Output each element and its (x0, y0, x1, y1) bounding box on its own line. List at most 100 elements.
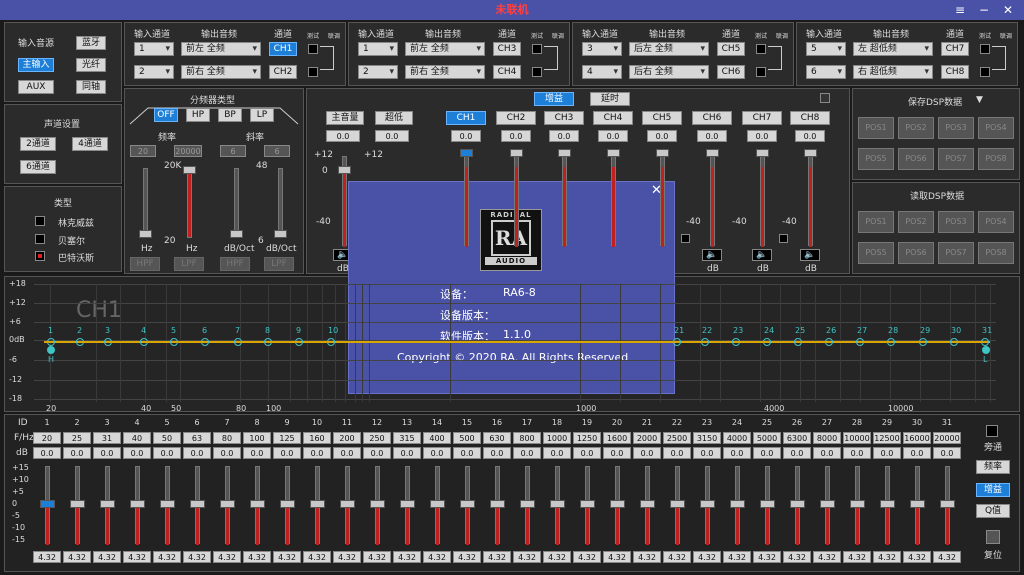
gain-channel-slider[interactable] (514, 156, 519, 247)
channel-button[interactable]: CH2 (269, 65, 297, 79)
band-q[interactable]: 4.32 (723, 551, 751, 563)
band-q[interactable]: 4.32 (33, 551, 61, 563)
crossover-control-button[interactable]: HPF (130, 257, 160, 271)
band-gain[interactable]: 0.0 (123, 447, 151, 459)
test-checkbox[interactable] (980, 44, 990, 54)
band-frequency[interactable]: 50 (153, 432, 181, 444)
input-channel-select[interactable]: 6 (806, 65, 846, 79)
band-q[interactable]: 4.32 (63, 551, 91, 563)
gain-channel-tab-4[interactable]: CH4 (593, 111, 633, 125)
band-q[interactable]: 4.32 (813, 551, 841, 563)
band-frequency[interactable]: 200 (333, 432, 361, 444)
gain-channel-knob[interactable] (607, 149, 620, 157)
band-q[interactable]: 4.32 (933, 551, 961, 563)
bluetooth-button[interactable]: 蓝牙 (76, 36, 106, 50)
test-checkbox[interactable] (308, 67, 318, 77)
eq-point[interactable] (981, 338, 989, 346)
load-preset-button[interactable]: POS7 (938, 242, 974, 264)
output-audio-select[interactable]: 前左 全频 (181, 42, 261, 56)
band-knob[interactable] (820, 500, 835, 508)
ch6-mode-button[interactable]: 6通道 (20, 160, 56, 174)
master-volume-knob[interactable] (338, 166, 351, 174)
band-knob[interactable] (850, 500, 865, 508)
eq-point[interactable] (327, 338, 335, 346)
band-frequency[interactable]: 16000 (903, 432, 931, 444)
band-frequency[interactable]: 800 (513, 432, 541, 444)
band-gain[interactable]: 0.0 (723, 447, 751, 459)
band-knob[interactable] (460, 500, 475, 508)
input-channel-select[interactable]: 5 (806, 42, 846, 56)
bass-volume-button[interactable]: 超低 (375, 111, 413, 125)
band-q[interactable]: 4.32 (123, 551, 151, 563)
bypass-checkbox[interactable] (986, 425, 998, 437)
channel-button[interactable]: CH1 (269, 42, 297, 56)
save-preset-button[interactable]: POS5 (858, 148, 894, 170)
gain-channel-knob[interactable] (804, 149, 817, 157)
crossover-control-button[interactable]: HPF (220, 257, 250, 271)
link-bracket[interactable] (992, 46, 1006, 70)
input-channel-select[interactable]: 2 (134, 65, 174, 79)
gain-channel-tab-1[interactable]: CH1 (446, 111, 486, 125)
band-knob[interactable] (190, 500, 205, 508)
load-preset-button[interactable]: POS8 (978, 242, 1014, 264)
gain-channel-tab-7[interactable]: CH7 (742, 111, 782, 125)
band-q[interactable]: 4.32 (303, 551, 331, 563)
save-preset-button[interactable]: POS6 (898, 148, 934, 170)
band-q[interactable]: 4.32 (573, 551, 601, 563)
eq-point[interactable] (794, 338, 802, 346)
speaker-icon[interactable]: 🔈 (702, 249, 722, 261)
gain-channel-slider[interactable] (660, 156, 665, 247)
eq-point[interactable] (919, 338, 927, 346)
input-channel-select[interactable]: 3 (582, 42, 622, 56)
band-knob[interactable] (250, 500, 265, 508)
test-checkbox[interactable] (532, 67, 542, 77)
band-frequency[interactable]: 250 (363, 432, 391, 444)
band-gain[interactable]: 0.0 (93, 447, 121, 459)
output-audio-select[interactable]: 前左 全频 (405, 42, 485, 56)
band-gain[interactable]: 0.0 (843, 447, 871, 459)
band-gain[interactable]: 0.0 (543, 447, 571, 459)
channel-button[interactable]: CH7 (941, 42, 969, 56)
lp-slope-knob[interactable] (274, 230, 287, 238)
freq-mode-button[interactable]: 频率 (976, 460, 1010, 474)
channel-button[interactable]: CH4 (493, 65, 521, 79)
band-q[interactable]: 4.32 (273, 551, 301, 563)
band-frequency[interactable]: 400 (423, 432, 451, 444)
crossover-control-button[interactable]: LPF (264, 257, 294, 271)
close-button[interactable]: ✕ (996, 0, 1020, 20)
output-audio-select[interactable]: 前右 全频 (405, 65, 485, 79)
band-gain[interactable]: 0.0 (213, 447, 241, 459)
band-gain[interactable]: 0.0 (243, 447, 271, 459)
band-q[interactable]: 4.32 (663, 551, 691, 563)
band-gain[interactable]: 0.0 (333, 447, 361, 459)
crossover-off-button[interactable]: OFF (154, 108, 178, 122)
band-knob[interactable] (310, 500, 325, 508)
link-bracket[interactable] (320, 46, 334, 70)
band-knob[interactable] (790, 500, 805, 508)
band-frequency[interactable]: 20000 (933, 432, 961, 444)
lp-slope-slider[interactable] (278, 168, 283, 238)
minimize-button[interactable]: − (972, 0, 996, 20)
band-knob[interactable] (910, 500, 925, 508)
load-preset-button[interactable]: POS6 (898, 242, 934, 264)
eq-point[interactable] (264, 338, 272, 346)
gain-channel-tab-2[interactable]: CH2 (496, 111, 536, 125)
band-gain[interactable]: 0.0 (303, 447, 331, 459)
eq-point[interactable] (47, 338, 55, 346)
band-gain[interactable]: 0.0 (573, 447, 601, 459)
band-gain[interactable]: 0.0 (603, 447, 631, 459)
save-preset-button[interactable]: POS2 (898, 117, 934, 139)
lp-freq-value[interactable]: 20000 (174, 145, 202, 157)
ch2-mode-button[interactable]: 2通道 (20, 137, 56, 151)
band-q[interactable]: 4.32 (363, 551, 391, 563)
eq-point[interactable] (234, 338, 242, 346)
band-frequency[interactable]: 25 (63, 432, 91, 444)
band-knob[interactable] (730, 500, 745, 508)
band-knob[interactable] (130, 500, 145, 508)
hp-freq-slider[interactable] (143, 168, 148, 238)
gain-channel-knob[interactable] (756, 149, 769, 157)
hp-freq-knob[interactable] (139, 230, 152, 238)
eq-point[interactable] (825, 338, 833, 346)
gain-tab[interactable]: 增益 (534, 92, 574, 106)
band-gain[interactable]: 0.0 (633, 447, 661, 459)
